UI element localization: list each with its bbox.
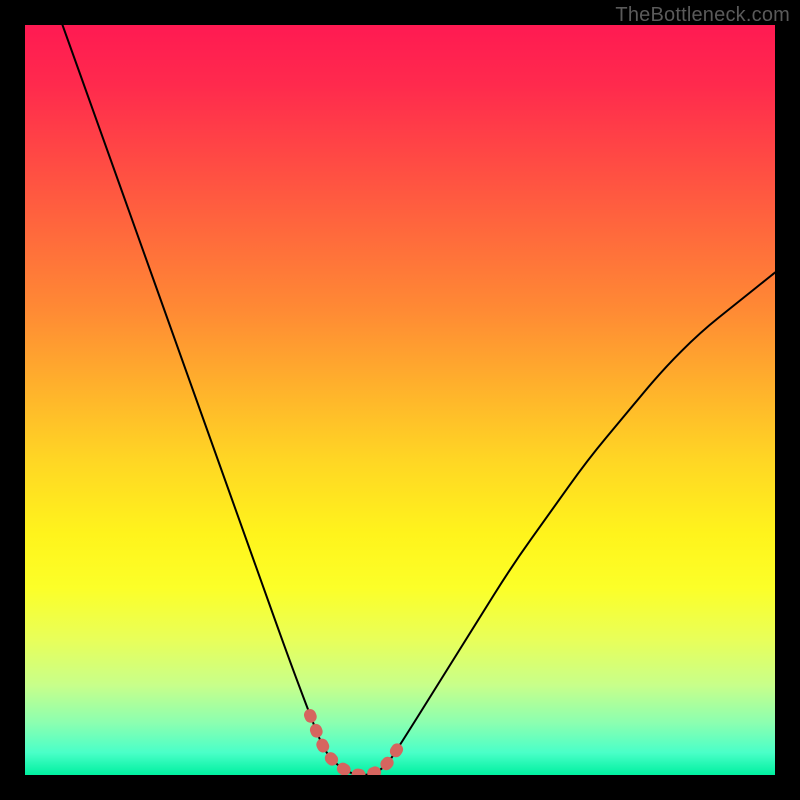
optimal-range-highlight bbox=[310, 715, 400, 775]
chart-frame: TheBottleneck.com bbox=[0, 0, 800, 800]
plot-area bbox=[25, 25, 775, 775]
bottleneck-curve bbox=[63, 25, 776, 775]
chart-curve bbox=[25, 25, 775, 775]
watermark-text: TheBottleneck.com bbox=[615, 4, 790, 27]
